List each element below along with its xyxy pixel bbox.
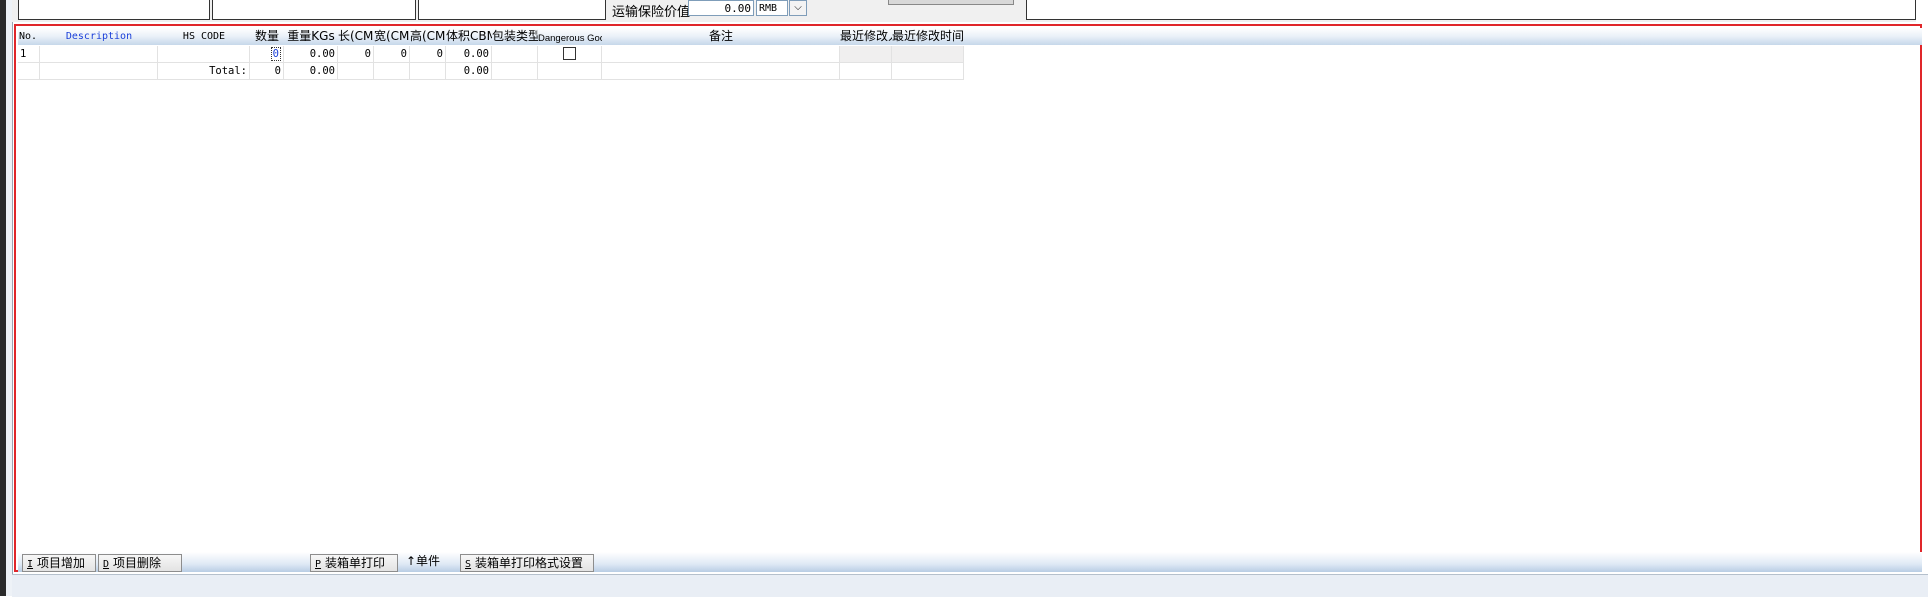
print-format-settings-button[interactable]: S 装箱单打印格式设置 <box>460 554 594 572</box>
cell-modified-time <box>892 46 964 63</box>
dangerous-goods-checkbox[interactable] <box>563 46 576 60</box>
total-cell-height <box>410 63 446 80</box>
insurance-value-input[interactable]: 0.00 <box>688 0 754 16</box>
print-packing-label: 装箱单打印 <box>325 556 386 570</box>
total-qty: 0 <box>250 63 284 80</box>
total-cell-dangerous <box>538 63 602 80</box>
status-bar <box>12 574 1928 597</box>
cell-weight[interactable]: 0.00 <box>284 46 338 63</box>
col-header-width[interactable]: 宽(CM) <box>374 28 410 45</box>
col-header-description[interactable]: Description <box>40 28 158 45</box>
col-header-hs-code[interactable]: HS CODE <box>158 28 250 45</box>
cell-qty-value[interactable]: 0 <box>270 47 281 61</box>
total-cell-remarks <box>602 63 840 80</box>
add-item-button[interactable]: I 项目增加 <box>22 554 96 572</box>
top-form-row: 运输保险价值 0.00 RMB ⌵ <box>12 0 1916 22</box>
delete-item-label: 项目删除 <box>113 556 162 570</box>
cell-length[interactable]: 0 <box>338 46 374 63</box>
col-header-height[interactable]: 高(CM) <box>410 28 446 45</box>
total-cell-modified-time <box>892 63 964 80</box>
cell-description[interactable] <box>40 46 158 63</box>
total-cell-modified-by <box>840 63 892 80</box>
col-header-weight[interactable]: 重量KGs <box>284 28 338 45</box>
col-header-modified-by[interactable]: 最近修改人 <box>840 28 892 45</box>
col-header-pack-type[interactable]: 包装类型 <box>492 28 538 45</box>
col-header-volume[interactable]: 体积CBM <box>446 28 492 45</box>
cell-hs-code[interactable] <box>158 46 250 63</box>
unit-label: ↑单件 <box>406 554 441 568</box>
total-weight: 0.00 <box>284 63 338 80</box>
top-button-edge[interactable] <box>888 0 1014 5</box>
print-format-shortcut: S <box>465 559 472 570</box>
print-packing-list-button[interactable]: P 装箱单打印 <box>310 554 398 572</box>
total-volume: 0.00 <box>446 63 492 80</box>
cell-height[interactable]: 0 <box>410 46 446 63</box>
currency-select[interactable]: RMB <box>756 0 788 16</box>
cell-volume[interactable]: 0.00 <box>446 46 492 63</box>
total-cell-pack-type <box>492 63 538 80</box>
add-item-shortcut: I <box>27 559 34 570</box>
form-field-cell[interactable] <box>18 0 210 20</box>
packing-list-panel: No. Description HS CODE 数量 重量KGs 长(CM) 宽… <box>14 24 1922 572</box>
chevron-down-icon[interactable]: ⌵ <box>789 0 807 16</box>
delete-item-shortcut: D <box>103 559 110 570</box>
cell-no: 1 <box>18 46 40 63</box>
col-header-no[interactable]: No. <box>19 28 39 45</box>
print-format-label: 装箱单打印格式设置 <box>475 556 584 570</box>
cell-remarks[interactable] <box>602 46 840 63</box>
total-cell-no <box>18 63 40 80</box>
cell-pack-type[interactable] <box>492 46 538 63</box>
col-header-length[interactable]: 长(CM) <box>338 28 374 45</box>
total-cell-length <box>338 63 374 80</box>
form-field-cell[interactable] <box>418 0 606 20</box>
table-row[interactable]: 1 0 0.00 0 0 0 0.00 <box>18 46 1168 63</box>
cell-modified-by <box>840 46 892 63</box>
left-border <box>6 0 13 596</box>
delete-item-button[interactable]: D 项目删除 <box>98 554 182 572</box>
total-cell-description <box>40 63 158 80</box>
bottom-toolbar: I 项目增加 D 项目删除 P 装箱单打印 ↑单件 S 装箱单打印格式设置 <box>18 552 1922 572</box>
col-header-remarks[interactable]: 备注 <box>602 28 840 45</box>
col-header-dangerous-goods[interactable]: Dangerous Goods <box>538 30 602 47</box>
col-header-modified-time[interactable]: 最近修改时间 <box>892 28 964 45</box>
col-header-qty[interactable]: 数量 <box>250 28 284 45</box>
print-packing-shortcut: P <box>315 559 322 570</box>
add-item-label: 项目增加 <box>37 556 86 570</box>
cell-qty[interactable]: 0 <box>250 46 284 63</box>
form-field-cell[interactable] <box>212 0 416 20</box>
total-label: Total: <box>158 63 250 80</box>
cell-dangerous-goods <box>538 46 602 63</box>
total-row: Total: 0 0.00 0.00 <box>18 63 1168 80</box>
grid-header: No. Description HS CODE 数量 重量KGs 长(CM) 宽… <box>18 28 1922 45</box>
total-cell-width <box>374 63 410 80</box>
form-field-cell[interactable] <box>1026 0 1916 20</box>
insurance-value-label: 运输保险价值 <box>612 5 691 20</box>
cell-width[interactable]: 0 <box>374 46 410 63</box>
